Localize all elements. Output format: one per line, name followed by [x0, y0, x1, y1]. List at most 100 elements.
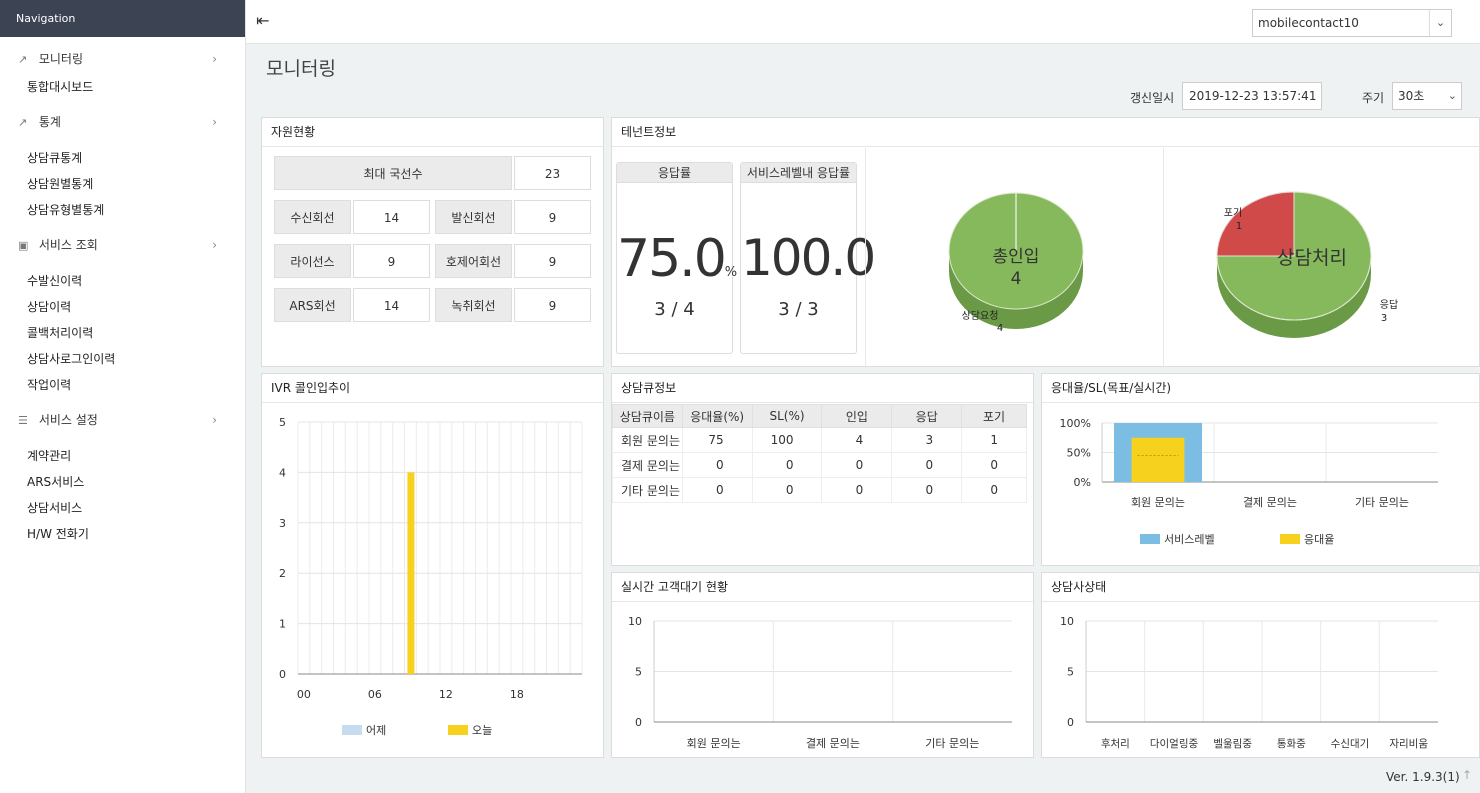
y-tick-label: 100%: [1060, 417, 1091, 430]
x-tick-label: 수신대기: [1331, 738, 1370, 750]
x-tick-label: 회원 문의는: [1131, 496, 1185, 509]
y-tick-label: 10: [628, 615, 642, 628]
table-row: 결제 문의는 0 0 0 0 0: [612, 452, 1027, 478]
nav-item-type-stats[interactable]: 상담유형별통계: [0, 197, 245, 223]
ivr-bar-오늘: [407, 472, 415, 674]
percent-unit: %: [724, 265, 738, 280]
legend-label: 오늘: [472, 724, 492, 737]
nav-item-contract[interactable]: 계약관리: [0, 443, 245, 469]
nav-item-queue-stats[interactable]: 상담큐통계: [0, 145, 245, 171]
nav-item-hw-phone[interactable]: H/W 전화기: [0, 521, 245, 547]
chevron-right-icon: ›: [212, 413, 217, 427]
table-row: 기타 문의는 0 0 0 0 0: [612, 477, 1027, 503]
version-label: Ver. 1.9.3(1): [1386, 770, 1460, 784]
ars-lines-value: 14: [353, 288, 430, 322]
x-tick-label: 기타 문의는: [925, 737, 979, 750]
nav-item-dashboard[interactable]: 통합대시보드: [0, 74, 245, 100]
nav-group-monitoring[interactable]: ↗ 모니터링 ›: [0, 44, 245, 74]
nav-item-counsel-history[interactable]: 상담이력: [0, 294, 245, 320]
nav-item-ars-service[interactable]: ARS서비스: [0, 469, 245, 495]
waiting-bar-chart: 0 5 10 회원 문의는 결제 문의는 기타 문의는: [628, 615, 1012, 750]
recording-lines-value: 9: [514, 288, 591, 322]
response-rate-value: 75.0%: [617, 229, 738, 289]
legend-label: 서비스레벨: [1164, 533, 1215, 546]
nav-item-job-history[interactable]: 작업이력: [0, 372, 245, 398]
x-tick-label: 자리비움: [1389, 738, 1428, 750]
panel-title: 상담큐정보: [612, 374, 1033, 403]
sl-rate-label: 서비스레벨내 응답률: [741, 163, 856, 183]
queue-panel: 상담큐정보 상담큐이름 응대율(%) SL(%) 인입 응답 포기 회원 문의는…: [611, 373, 1034, 566]
panel-title: IVR 콜인입추이: [262, 374, 603, 403]
ars-lines-label: ARS회선: [274, 288, 351, 322]
nav-item-agent-stats[interactable]: 상담원별통계: [0, 171, 245, 197]
sl-rate-ratio: 3 / 3: [778, 299, 819, 320]
answered-slice-label: 응답: [1380, 299, 1398, 311]
ivr-panel: IVR 콜인입추이 0 1 2 3 4 5 00 06 12 18 어제 오늘: [261, 373, 604, 758]
x-tick-label: 후처리: [1101, 738, 1130, 750]
nav-item-counsel-service[interactable]: 상담서비스: [0, 495, 245, 521]
panel-title: 테넌트정보: [612, 118, 1479, 147]
response-rate-bar: [1131, 437, 1185, 482]
y-tick-label: 50%: [1067, 447, 1091, 460]
nav-item-login-history[interactable]: 상담사로그인이력: [0, 346, 245, 372]
refresh-time-input[interactable]: 2019-12-23 13:57:41: [1182, 82, 1322, 110]
chevron-down-icon: ⌄: [1447, 89, 1457, 102]
inflow-center-label: 총인입: [993, 247, 1040, 267]
y-tick-label: 10: [1060, 615, 1074, 628]
inflow-pie-chart: 총인입 4 상담요청 4: [948, 192, 1084, 334]
y-tick-label: 1: [279, 618, 286, 631]
x-tick-label: 벨울림중: [1213, 738, 1252, 750]
panel-title: 상담사상태: [1042, 573, 1479, 602]
panel-title: 실시간 고객대기 현황: [612, 573, 1033, 602]
y-tick-label: 2: [279, 567, 286, 580]
x-tick-label: 06: [368, 688, 382, 701]
response-rate-card: 응답률 75.0% 3 / 4: [616, 162, 738, 354]
inflow-slice-label: 상담요청: [962, 310, 999, 322]
recording-lines-label: 녹취회선: [435, 288, 512, 322]
y-tick-label: 5: [635, 666, 642, 679]
nav-group-label: 서비스 설정: [38, 413, 98, 427]
y-tick-label: 5: [1067, 666, 1074, 679]
x-tick-label: 12: [439, 688, 453, 701]
nav-group-statistics[interactable]: ↗ 통계 ›: [0, 107, 245, 137]
handled-pie-chart: 상담처리 포기 1 응답 3: [1216, 191, 1398, 338]
resource-panel: 자원현황 최대 국선수 23 수신회선 14 발신회선 9 라이선스 9 호제어…: [261, 117, 604, 367]
col-sl: SL(%): [751, 404, 823, 428]
response-rate-ratio: 3 / 4: [654, 299, 695, 320]
sl-rate-card: 서비스레벨내 응답률 100.0 3 / 3: [740, 162, 876, 354]
sl-bar-chart: 0% 50% 100% 회원 문의는 결제 문의는 기타 문의는서비스레벨 응대율: [1060, 417, 1438, 546]
nav-item-call-history[interactable]: 수발신이력: [0, 268, 245, 294]
response-rate-label: 응답률: [617, 163, 732, 183]
scroll-top-icon[interactable]: ↑: [1462, 768, 1472, 782]
answered-slice-value: 3: [1381, 313, 1387, 324]
panel-title: 자원현황: [262, 118, 603, 147]
x-tick-label: 통화중: [1277, 738, 1306, 750]
period-select[interactable]: 30초 ⌄: [1392, 82, 1462, 110]
chevron-right-icon: ›: [212, 115, 217, 129]
y-tick-label: 3: [279, 517, 286, 530]
nav-group-label: 모니터링: [38, 52, 83, 66]
calendar-check-icon: ▣: [18, 239, 29, 252]
line-chart-icon: ↗: [18, 116, 28, 129]
col-inflow: 인입: [821, 404, 893, 428]
x-tick-label: 기타 문의는: [1355, 496, 1409, 509]
y-tick-label: 0: [1067, 716, 1074, 729]
agent-status-panel: 상담사상태 0 5 10 후처리 다이얼링중 벨울림중 통화중 수신대기 자리비움: [1041, 572, 1480, 758]
x-tick-label: 18: [510, 688, 524, 701]
nav-group-service-inquiry[interactable]: ▣ 서비스 조회 ›: [0, 230, 245, 260]
nav-group-label: 통계: [38, 115, 61, 129]
panel-title: 응대율/SL(목표/실시간): [1042, 374, 1479, 403]
outbound-lines-label: 발신회선: [435, 200, 512, 234]
menu-toggle-icon[interactable]: ⇤: [256, 11, 269, 30]
user-select-value: mobilecontact10: [1258, 16, 1359, 30]
nav-item-callback-history[interactable]: 콜백처리이력: [0, 320, 245, 346]
user-select[interactable]: mobilecontact10 ⌄: [1252, 9, 1452, 37]
y-tick-label: 0: [279, 668, 286, 681]
x-tick-label: 결제 문의는: [806, 737, 860, 750]
nav-group-service-settings[interactable]: ☰ 서비스 설정 ›: [0, 405, 245, 435]
max-lines-value: 23: [514, 156, 591, 190]
license-label: 라이선스: [274, 244, 351, 278]
inbound-lines-value: 14: [353, 200, 430, 234]
refresh-label: 갱신일시: [1130, 91, 1175, 105]
call-control-label: 호제어회선: [435, 244, 512, 278]
